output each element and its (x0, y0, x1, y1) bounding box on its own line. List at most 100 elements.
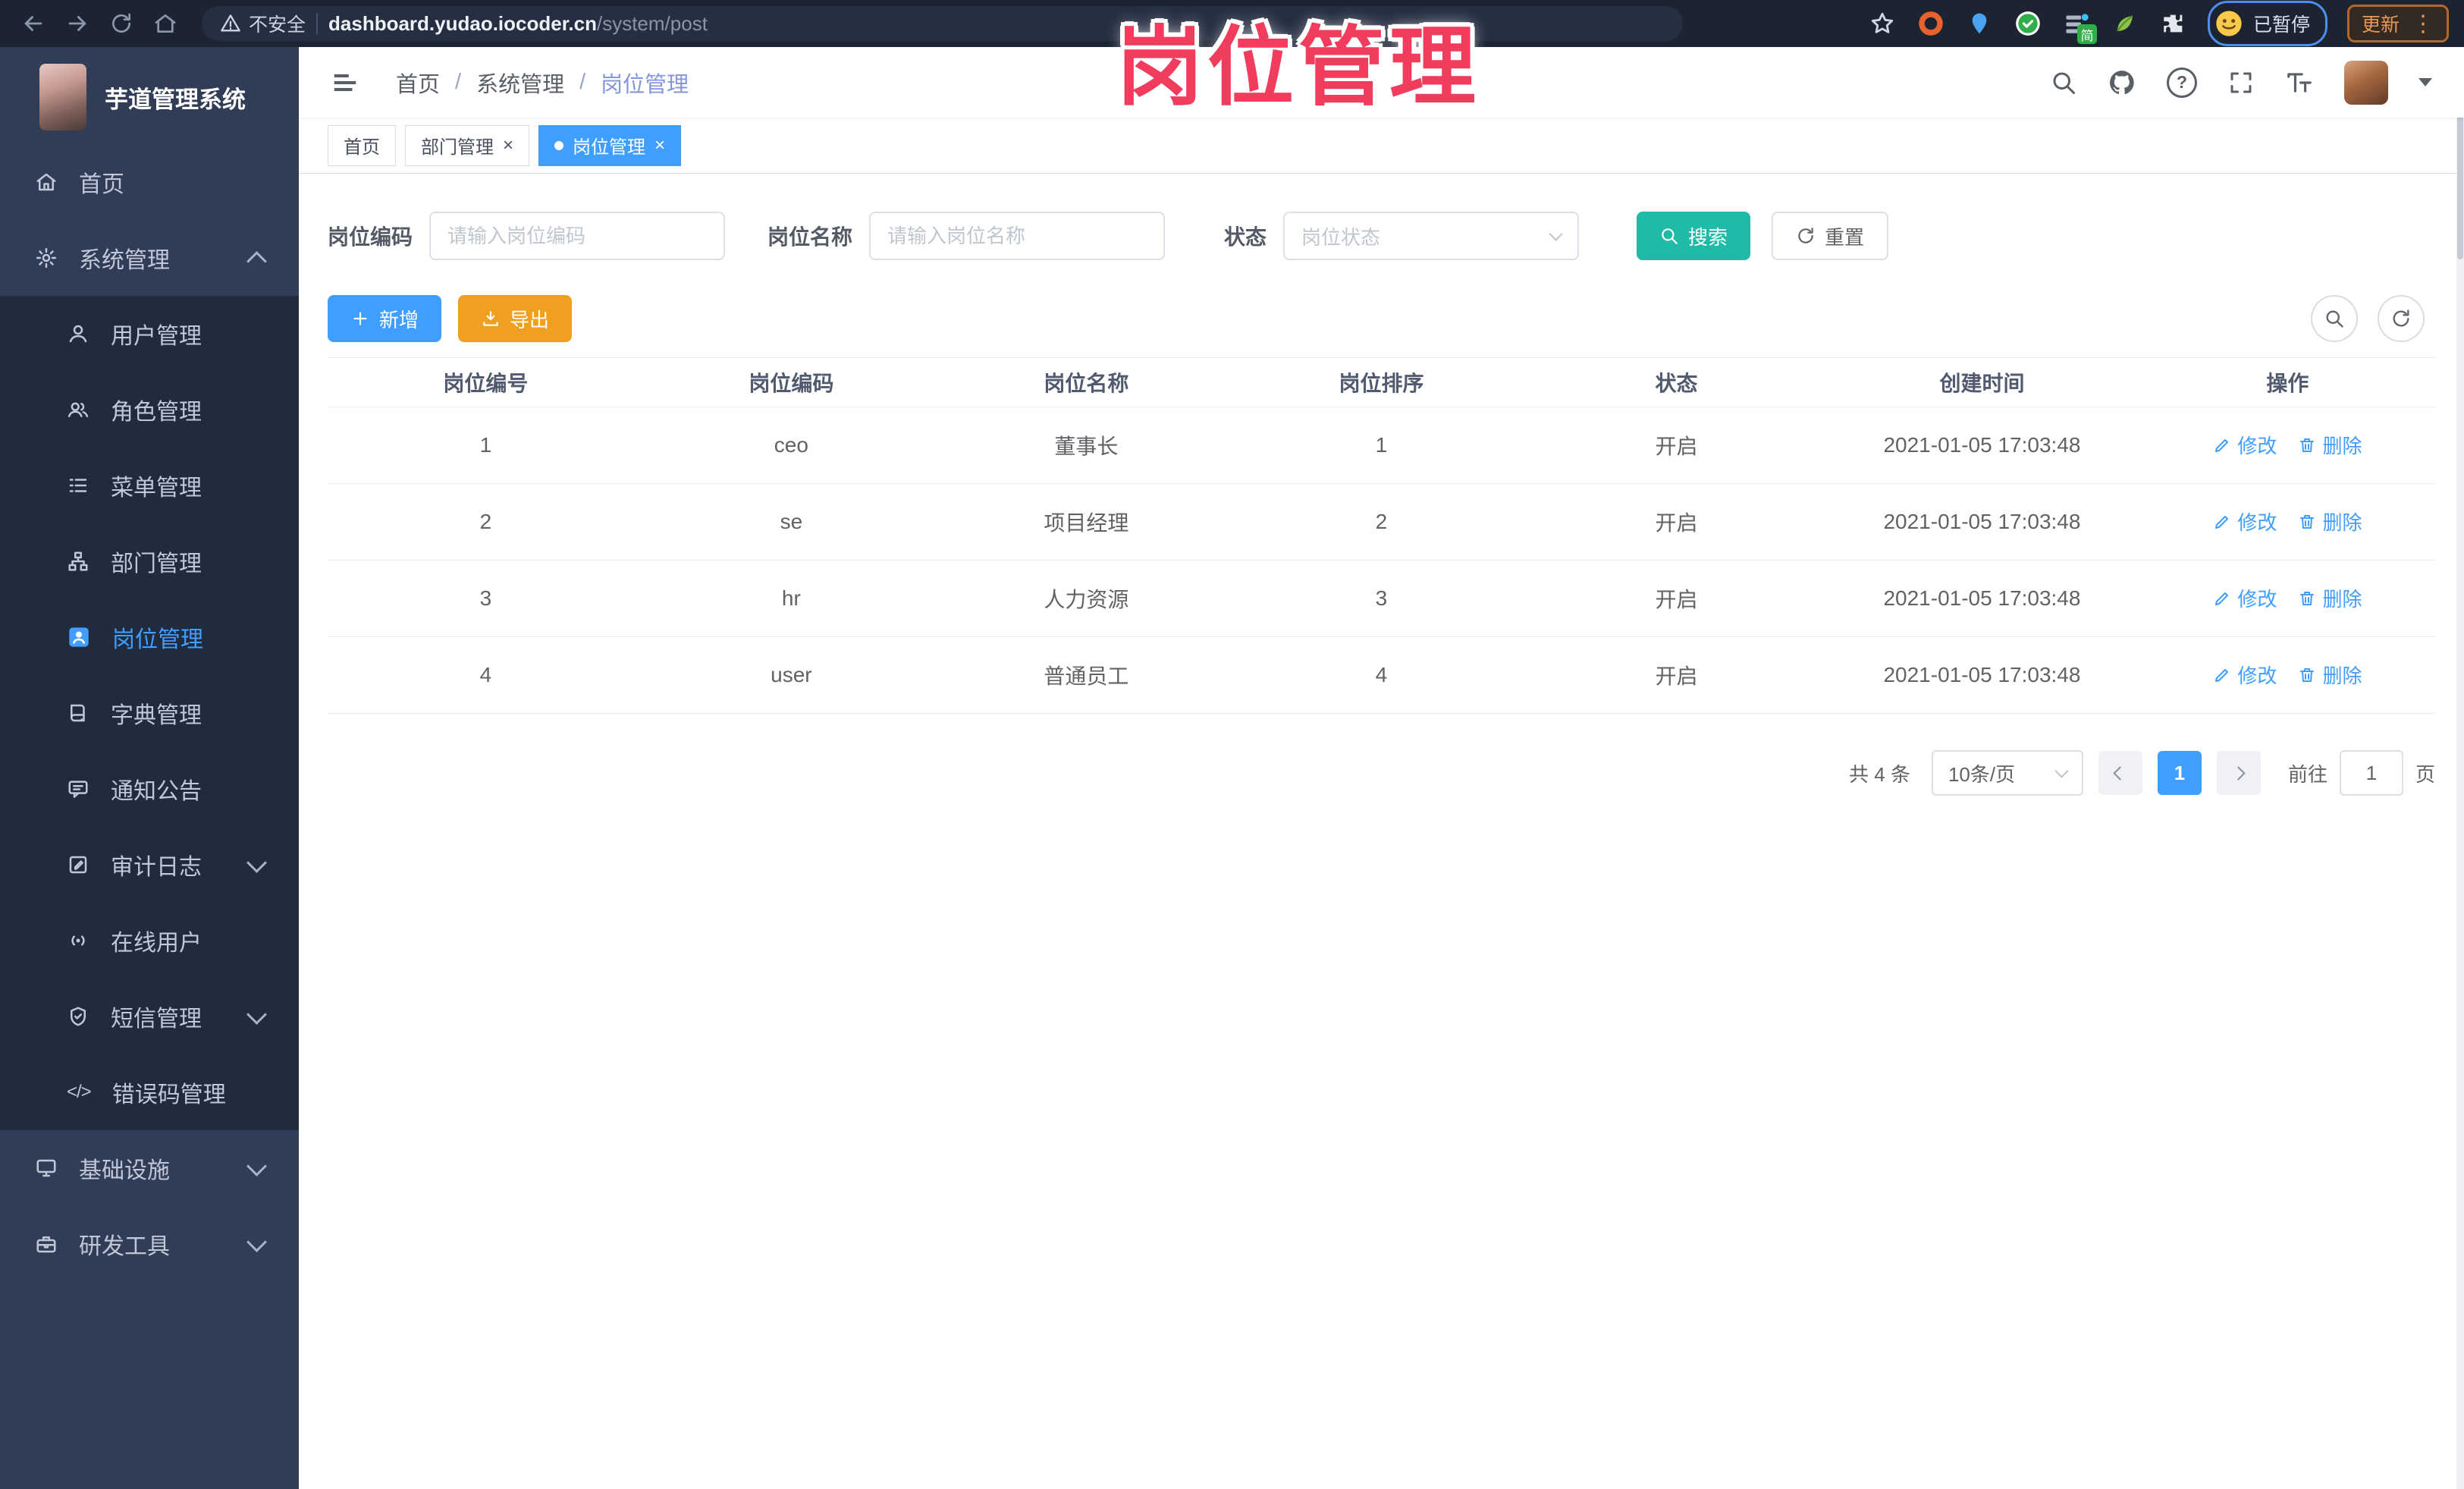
reset-button[interactable]: 重置 (1772, 212, 1889, 260)
tab-close-icon[interactable]: × (503, 136, 513, 155)
page-size-select[interactable]: 10条/页 (1931, 750, 2083, 796)
plus-icon (353, 312, 367, 325)
toggle-search-button[interactable] (2311, 295, 2358, 342)
screen: 不安全 dashboard.yudao.iocoder.cn/system/po… (0, 0, 2464, 1489)
sidebar-item-dict-mgmt[interactable]: 字典管理 (0, 675, 299, 751)
table-row: 4 user 普通员工 4 开启 2021-01-05 17:03:48 修改删… (328, 636, 2435, 714)
update-label: 更新 (2361, 14, 2400, 36)
status-select[interactable]: 岗位状态 (1283, 212, 1580, 260)
sidebar-item-notice[interactable]: 通知公告 (0, 751, 299, 827)
sidebar-item-dev-tools[interactable]: 研发工具 (0, 1206, 299, 1282)
sidebar-item-sms-mgmt[interactable]: 短信管理 (0, 979, 299, 1054)
dept-tree-icon (67, 550, 89, 573)
sidebar-item-error-code[interactable]: </> 错误码管理 (0, 1054, 299, 1130)
ext-grid-icon[interactable]: 简 (2062, 9, 2097, 44)
add-button[interactable]: 新增 (328, 295, 442, 342)
sidebar-item-menu-mgmt[interactable]: 菜单管理 (0, 448, 299, 523)
main-area: 首页 / 系统管理 / 岗位管理 ? 首页 部门管理 × 岗位管理 × 岗位编码… (299, 47, 2464, 1489)
sidebar-item-post-mgmt[interactable]: 岗位管理 (0, 599, 299, 675)
search-button[interactable]: 搜索 (1637, 212, 1751, 260)
refresh-icon (1798, 228, 1813, 243)
help-icon[interactable]: ? (2167, 67, 2197, 98)
audit-log-icon (67, 853, 89, 876)
ext-orange-ring-icon[interactable] (1916, 9, 1945, 38)
url-text: dashboard.yudao.iocoder.cn/system/post (328, 12, 708, 36)
warning-icon (221, 14, 240, 32)
pagination: 共 4 条 10条/页 1 前往 页 (328, 750, 2435, 796)
cell-code: user (643, 636, 939, 714)
edit-link[interactable]: 修改 (2213, 507, 2277, 536)
caret-down-icon[interactable] (2418, 78, 2432, 86)
reload-icon[interactable] (103, 5, 140, 42)
tab-home[interactable]: 首页 (328, 124, 396, 166)
download-icon (483, 311, 498, 326)
next-page-button[interactable] (2216, 751, 2261, 795)
page-number-button[interactable]: 1 (2157, 751, 2202, 795)
sidebar-item-dept-mgmt[interactable]: 部门管理 (0, 523, 299, 599)
emoji-avatar (2216, 11, 2242, 36)
sidebar-item-audit-log[interactable]: 审计日志 (0, 827, 299, 903)
post-code-label: 岗位编码 (328, 225, 413, 249)
delete-link[interactable]: 删除 (2298, 431, 2362, 459)
pencil-icon (2215, 515, 2229, 529)
hamburger-icon[interactable] (331, 68, 359, 97)
refresh-icon (2393, 309, 2409, 327)
edit-link[interactable]: 修改 (2213, 584, 2277, 612)
ext-leaf-icon[interactable] (2111, 9, 2139, 38)
update-button[interactable]: 更新 ⋮ (2346, 5, 2449, 42)
infra-monitor-icon (35, 1157, 58, 1180)
col-post-id: 岗位编号 (328, 357, 644, 407)
logo[interactable]: 芋道管理系统 (0, 47, 299, 144)
sidebar-item-online-users[interactable]: 在线用户 (0, 903, 299, 979)
cell-id: 3 (328, 560, 644, 637)
post-code-input[interactable] (429, 212, 726, 260)
goto-page-input[interactable] (2339, 750, 2403, 796)
cell-code: ceo (643, 407, 939, 484)
status-select-placeholder: 岗位状态 (1301, 225, 1381, 249)
font-size-icon[interactable] (2285, 68, 2314, 97)
sidebar-item-user-mgmt[interactable]: 用户管理 (0, 296, 299, 372)
sidebar-item-infra[interactable]: 基础设施 (0, 1130, 299, 1206)
delete-link[interactable]: 删除 (2298, 507, 2362, 536)
page-scrollbar[interactable] (2456, 47, 2464, 1489)
chevron-down-icon (2054, 763, 2069, 778)
tab-dept-mgmt[interactable]: 部门管理 × (405, 124, 530, 166)
back-icon[interactable] (15, 5, 52, 42)
sidebar-item-system-mgmt[interactable]: 系统管理 (0, 220, 299, 296)
sidebar-item-home[interactable]: 首页 (0, 144, 299, 220)
extensions-puzzle-icon[interactable] (2159, 9, 2188, 38)
edit-link[interactable]: 修改 (2213, 661, 2277, 689)
post-name-input[interactable] (869, 212, 1166, 260)
forward-icon[interactable] (59, 5, 96, 42)
github-icon[interactable] (2108, 68, 2136, 97)
prev-page-button[interactable] (2098, 751, 2142, 795)
breadcrumb-system[interactable]: 系统管理 (476, 67, 564, 99)
tab-post-mgmt[interactable]: 岗位管理 × (538, 124, 682, 166)
refresh-table-button[interactable] (2378, 295, 2425, 342)
sidebar-item-role-mgmt[interactable]: 角色管理 (0, 372, 299, 448)
kebab-menu-icon[interactable]: ⋮ (2412, 11, 2434, 37)
security-status[interactable]: 不安全 (220, 10, 306, 37)
export-button[interactable]: 导出 (458, 295, 573, 342)
browser-profile-chip[interactable]: 已暂停 (2207, 1, 2327, 46)
user-icon (67, 322, 89, 345)
home-browser-icon[interactable] (147, 5, 184, 42)
col-post-code: 岗位编码 (643, 357, 939, 407)
delete-link[interactable]: 删除 (2298, 584, 2362, 612)
sidebar: 芋道管理系统 首页 系统管理 用户管理 角色管理 菜单管理 部门管理 岗位管理 … (0, 47, 299, 1489)
ext-pin-icon[interactable] (1965, 9, 1994, 38)
tab-close-icon[interactable]: × (654, 136, 665, 155)
ext-check-icon[interactable] (2014, 9, 2042, 38)
edit-link[interactable]: 修改 (2213, 431, 2277, 459)
user-avatar[interactable] (2344, 60, 2388, 105)
fullscreen-icon[interactable] (2227, 69, 2255, 96)
goto-label: 前往 (2287, 762, 2327, 786)
bookmark-star-icon[interactable] (1868, 9, 1897, 38)
breadcrumb-home[interactable]: 首页 (396, 67, 440, 99)
delete-link[interactable]: 删除 (2298, 661, 2362, 689)
security-label: 不安全 (249, 14, 306, 36)
cell-code: se (643, 483, 939, 561)
address-bar[interactable]: 不安全 dashboard.yudao.iocoder.cn/system/po… (202, 6, 1683, 41)
breadcrumb-current: 岗位管理 (601, 72, 689, 97)
search-icon[interactable] (2050, 69, 2077, 96)
